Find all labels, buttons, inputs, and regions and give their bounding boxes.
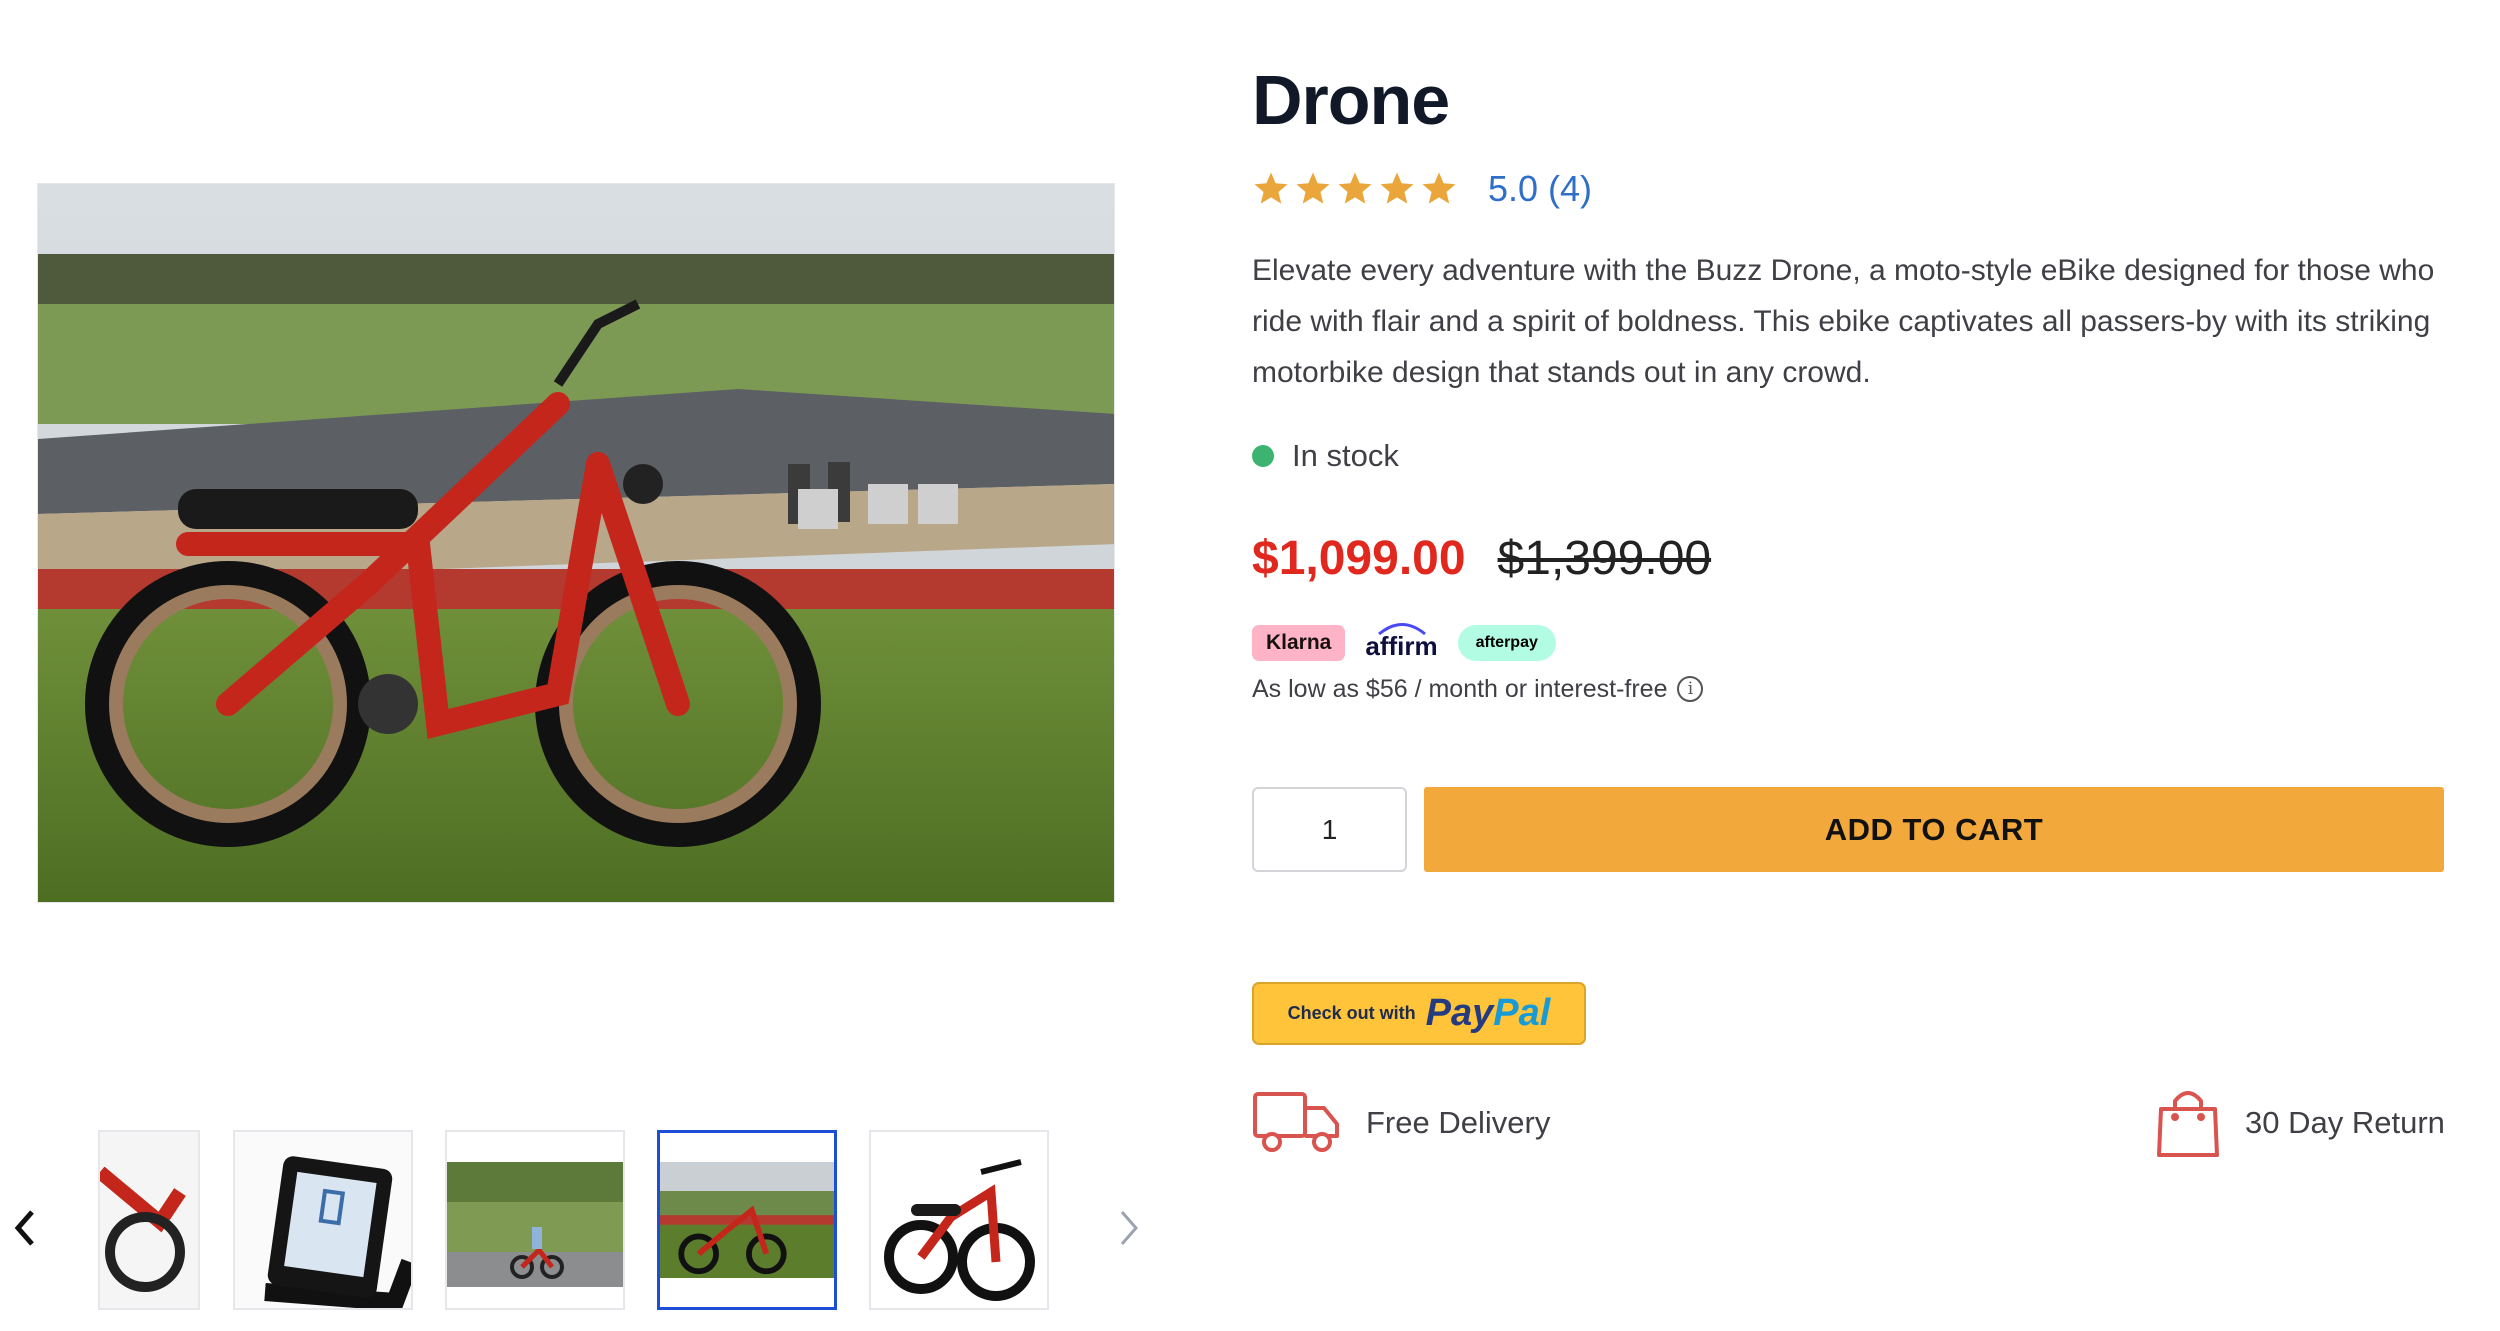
rating-row[interactable]: 5.0 (4) [1252, 163, 1592, 215]
gallery-thumb-4[interactable] [657, 1130, 837, 1310]
affirm-logo-text: affirm [1365, 630, 1438, 661]
gallery-thumb-5[interactable] [869, 1130, 1049, 1310]
perk-30-day-return: 30 Day Return [2155, 1088, 2445, 1158]
chevron-left-icon [14, 1210, 34, 1246]
gallery-thumb-2[interactable] [233, 1130, 413, 1310]
star-icon [1254, 172, 1288, 204]
gallery-thumb-3[interactable] [445, 1130, 625, 1310]
chevron-right-icon [1120, 1211, 1138, 1245]
in-stock-dot-icon [1252, 445, 1274, 467]
star-icon [1380, 172, 1414, 204]
price-block: $1,099.00 $1,399.00 [1252, 525, 1711, 591]
paypal-prefix: Check out with [1287, 1003, 1416, 1023]
star-icon [1422, 172, 1456, 204]
perk-free-delivery: Free Delivery [1252, 1088, 1550, 1158]
bnpl-logos: Klarna affirm afterpay [1252, 622, 1556, 664]
perk-label: 30 Day Return [2245, 1105, 2445, 1140]
quantity-input[interactable]: 1 [1252, 787, 1407, 872]
klarna-logo: Klarna [1252, 625, 1346, 661]
financing-note: As low as $56 / month or interest-free i [1252, 671, 1704, 707]
thumb-next-arrow[interactable] [1110, 1198, 1150, 1258]
paypal-logo-pay: Pay [1425, 992, 1494, 1034]
product-title: Drone [1252, 61, 1450, 139]
thumb-image [235, 1132, 411, 1308]
ebike-photo [38, 184, 1114, 902]
paypal-logo-pal: Pal [1493, 992, 1551, 1034]
product-description: Elevate every adventure with the Buzz Dr… [1252, 254, 2435, 389]
main-product-image[interactable] [37, 183, 1115, 903]
stock-status-label: In stock [1292, 438, 1399, 473]
thumb-prev-arrow[interactable] [4, 1198, 44, 1258]
paypal-logo: PayPal [1426, 992, 1551, 1035]
afterpay-logo: afterpay [1457, 625, 1556, 661]
star-icon [1338, 172, 1372, 204]
thumb-image [871, 1132, 1047, 1308]
sale-price: $1,099.00 [1252, 531, 1466, 585]
financing-text: As low as $56 / month or interest-free [1252, 674, 1668, 703]
stock-status: In stock [1252, 432, 1399, 480]
rating-count-link[interactable]: 5.0 (4) [1488, 168, 1592, 210]
truck-icon [1253, 1092, 1339, 1152]
thumb-image [660, 1133, 834, 1307]
shopping-bag-icon [2157, 1091, 2219, 1157]
perk-label: Free Delivery [1366, 1105, 1551, 1140]
original-price: $1,399.00 [1497, 531, 1712, 585]
info-icon[interactable]: i [1677, 676, 1704, 702]
paypal-checkout-button[interactable]: Check out with PayPal [1252, 982, 1586, 1045]
star-rating [1252, 170, 1458, 208]
thumb-image [100, 1132, 198, 1308]
thumb-image [447, 1132, 623, 1308]
add-to-cart-button[interactable]: ADD TO CART [1424, 787, 2444, 872]
star-icon [1296, 172, 1330, 204]
gallery-thumb-1[interactable] [98, 1130, 200, 1310]
affirm-logo: affirm [1365, 622, 1438, 662]
affirm-arc-icon [1378, 622, 1427, 635]
product-page: Drone 5.0 (4) Elevate every adventure wi… [0, 0, 2500, 1331]
